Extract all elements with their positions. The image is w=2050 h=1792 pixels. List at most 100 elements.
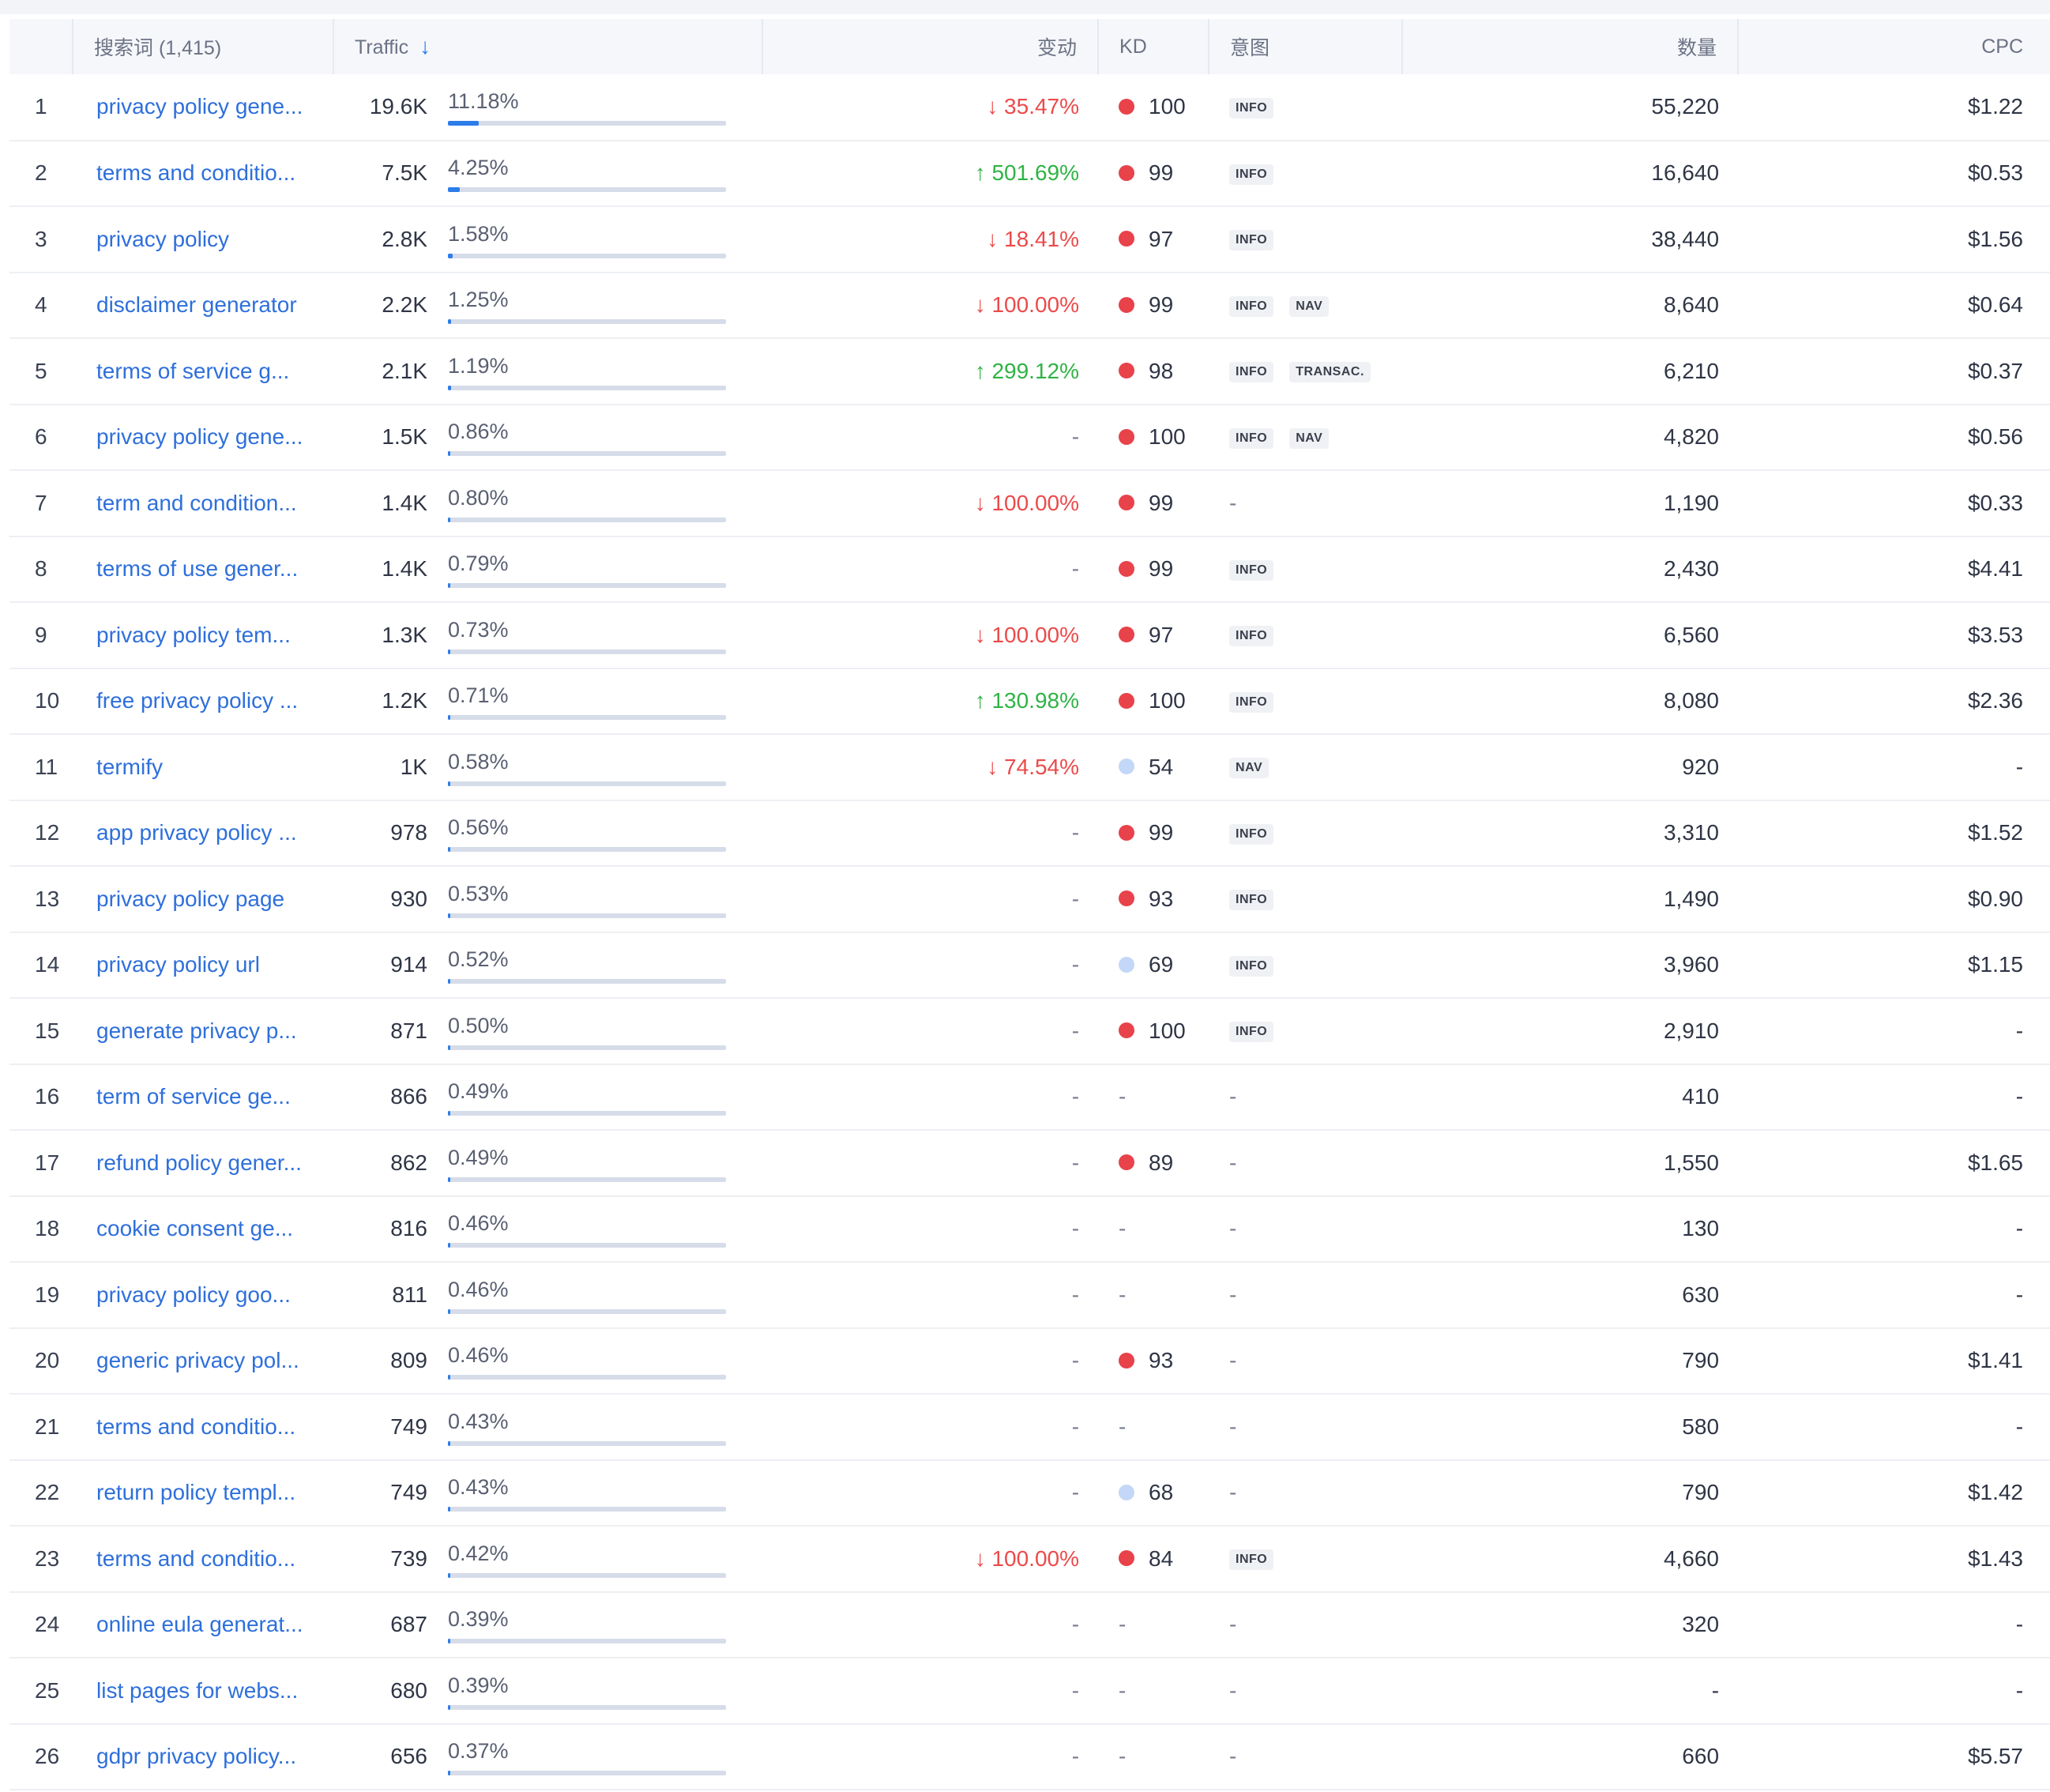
table-row[interactable]: 6 privacy policy gene... 1.5K 0.86% - 100 INFO… (9, 405, 2050, 470)
table-row[interactable]: 5 terms of service g... 2.1K 1.19% ↑ 299.12%… (9, 338, 2050, 405)
traffic-share-percent: 0.80% (448, 485, 509, 510)
intent-cell: - (1209, 470, 1402, 536)
intent-badge: INFO (1229, 427, 1274, 449)
table-row[interactable]: 12 app privacy policy ... 978 0.56% - 99 INFO 3… (9, 800, 2050, 867)
table-row[interactable]: 16 term of service ge... 866 0.49% - - - 410 - (9, 1064, 2050, 1130)
traffic-value: 866 (390, 1084, 427, 1109)
table-row[interactable]: 4 disclaimer generator 2.2K 1.25% ↓ 100.00% 9… (9, 273, 2050, 338)
keyword-link[interactable]: privacy policy tem... (96, 623, 291, 647)
table-row[interactable]: 13 privacy policy page 930 0.53% - 93 INFO 1,49… (9, 866, 2050, 932)
table-row[interactable]: 26 gdpr privacy policy... 656 0.37% - - - 660 $5… (9, 1724, 2050, 1790)
volume-value: 580 (1682, 1414, 1720, 1439)
header-kd[interactable]: KD (1098, 19, 1210, 74)
keyword-link[interactable]: disclaimer generator (96, 292, 297, 317)
keyword-link[interactable]: terms of service g... (96, 359, 289, 383)
volume-value: 630 (1682, 1282, 1720, 1307)
keyword-link[interactable]: generate privacy p... (96, 1018, 297, 1043)
keyword-link[interactable]: term and condition... (96, 491, 297, 515)
table-row[interactable]: 1 privacy policy gene... 19.6K 11.18% ↓ 35.4… (9, 74, 2050, 141)
table-row[interactable]: 17 refund policy gener... 862 0.49% - 89 - 1,55… (9, 1130, 2050, 1196)
cpc-value: $1.56 (1967, 226, 2024, 251)
volume-value: 16,640 (1651, 160, 1720, 186)
traffic-share-percent: 0.46% (448, 1277, 509, 1301)
table-row[interactable]: 8 terms of use gener... 1.4K 0.79% - 99 INFO 2,… (9, 536, 2050, 603)
keyword-link[interactable]: term of service ge... (96, 1084, 291, 1109)
keyword-link[interactable]: generic privacy pol... (96, 1348, 299, 1372)
keyword-link[interactable]: privacy policy page (96, 887, 284, 911)
traffic-share-cell: 0.46% (448, 1328, 762, 1395)
header-intent[interactable]: 意图 (1209, 19, 1404, 74)
keyword-link[interactable]: app privacy policy ... (96, 820, 297, 845)
intent-cell: - (1209, 1658, 1402, 1724)
table-row[interactable]: 3 privacy policy 2.8K 1.58% ↓ 18.41% 97 INFO 38… (9, 206, 2050, 273)
table-row[interactable]: 19 privacy policy goo... 811 0.46% - - - 630 - (9, 1262, 2050, 1328)
intent-cell: INFO (1209, 602, 1402, 668)
header-cpc[interactable]: CPC (1738, 19, 2050, 74)
traffic-share-cell: 0.71% (448, 668, 762, 735)
row-index: 9 (35, 622, 47, 647)
table-row[interactable]: 9 privacy policy tem... 1.3K 0.73% ↓ 100.00%… (9, 602, 2050, 668)
keyword-link[interactable]: privacy policy goo... (96, 1282, 291, 1307)
keyword-link[interactable]: gdpr privacy policy... (96, 1744, 296, 1768)
row-index: 10 (35, 688, 60, 713)
traffic-share-cell: 0.73% (448, 602, 762, 668)
traffic-share-cell: 0.39% (448, 1592, 762, 1658)
keyword-link[interactable]: cookie consent ge... (96, 1216, 293, 1240)
keyword-link[interactable]: terms and conditio... (96, 160, 295, 185)
table-row[interactable]: 10 free privacy policy ... 1.2K 0.71% ↑ 130.… (9, 668, 2050, 735)
keyword-link[interactable]: terms and conditio... (96, 1546, 295, 1571)
keyword-link[interactable]: privacy policy gene... (96, 94, 303, 119)
keyword-link[interactable]: termify (96, 755, 163, 779)
volume-value: 2,910 (1663, 1018, 1720, 1043)
traffic-value: 1.4K (382, 556, 427, 582)
traffic-share-bar-fill (448, 1440, 450, 1446)
keyword-cell: app privacy policy ... (73, 800, 333, 867)
header-traffic[interactable]: Traffic ↓ (333, 19, 764, 74)
sort-down-arrow-icon[interactable]: ↓ (419, 34, 431, 58)
table-row[interactable]: 14 privacy policy url 914 0.52% - 69 INFO 3,960… (9, 932, 2050, 999)
row-index: 24 (35, 1612, 60, 1637)
intent-badge: INFO (1229, 296, 1274, 317)
table-row[interactable]: 23 terms and conditio... 739 0.42% ↓ 100.00%… (9, 1526, 2050, 1592)
cpc-value: $4.41 (1967, 556, 2024, 582)
table-row[interactable]: 24 online eula generat... 687 0.39% - - - 320 - (9, 1592, 2050, 1658)
table-row[interactable]: 20 generic privacy pol... 809 0.46% - 93 - 790 $… (9, 1328, 2050, 1395)
table-row[interactable]: 21 terms and conditio... 749 0.43% - - - 580 - (9, 1394, 2050, 1460)
header-change[interactable]: 变动 (762, 19, 1100, 74)
table-row[interactable]: 22 return policy templ... 749 0.43% - 68 - 790 $… (9, 1460, 2050, 1526)
traffic-share-bar (448, 385, 726, 390)
keyword-link[interactable]: free privacy policy ... (96, 688, 298, 713)
header-keyword[interactable]: 搜索词 (1,415) (73, 19, 334, 74)
table-header-row: 搜索词 (1,415) Traffic ↓ 变动 KD 意图 数量 CPC (9, 19, 2050, 74)
traffic-share-bar (448, 1111, 726, 1116)
kd-cell: 69 (1098, 932, 1209, 999)
table-row[interactable]: 11 termify 1K 0.58% ↓ 74.54% 54 NAV 920 - (9, 734, 2050, 800)
header-volume[interactable]: 数量 (1402, 19, 1740, 74)
table-row[interactable]: 18 cookie consent ge... 816 0.46% - - - 130 - (9, 1196, 2050, 1262)
keyword-link[interactable]: online eula generat... (96, 1612, 303, 1636)
table-row[interactable]: 15 generate privacy p... 871 0.50% - 100 INFO 2… (9, 998, 2050, 1064)
volume-value: 790 (1682, 1480, 1720, 1505)
keyword-link[interactable]: refund policy gener... (96, 1150, 302, 1175)
traffic-share-bar-fill (448, 1308, 450, 1314)
traffic-share-bar-fill (448, 451, 451, 457)
intent-cell: INFO (1209, 536, 1402, 603)
keyword-link[interactable]: terms and conditio... (96, 1414, 295, 1439)
table-row[interactable]: 7 term and condition... 1.4K 0.80% ↓ 100.00%… (9, 470, 2050, 536)
keyword-link[interactable]: privacy policy (96, 227, 229, 251)
row-index: 14 (35, 952, 60, 977)
keyword-link[interactable]: return policy templ... (96, 1480, 295, 1504)
kd-value: 100 (1149, 1018, 1186, 1043)
keyword-link[interactable]: terms of use gener... (96, 556, 298, 581)
table-row[interactable]: 2 terms and conditio... 7.5K 4.25% ↑ 501.69%… (9, 141, 2050, 206)
keyword-cell: terms of use gener... (73, 536, 333, 603)
table-row[interactable]: 25 list pages for webs... 680 0.39% - - - - - (9, 1658, 2050, 1724)
keyword-link[interactable]: privacy policy url (96, 952, 260, 977)
keyword-cell: list pages for webs... (73, 1658, 333, 1724)
row-index: 21 (35, 1414, 60, 1439)
kd-value: - (1119, 1744, 1127, 1769)
row-index: 4 (35, 292, 47, 318)
traffic-share-bar-fill (448, 1507, 450, 1512)
keyword-link[interactable]: privacy policy gene... (96, 424, 303, 449)
keyword-link[interactable]: list pages for webs... (96, 1678, 298, 1703)
